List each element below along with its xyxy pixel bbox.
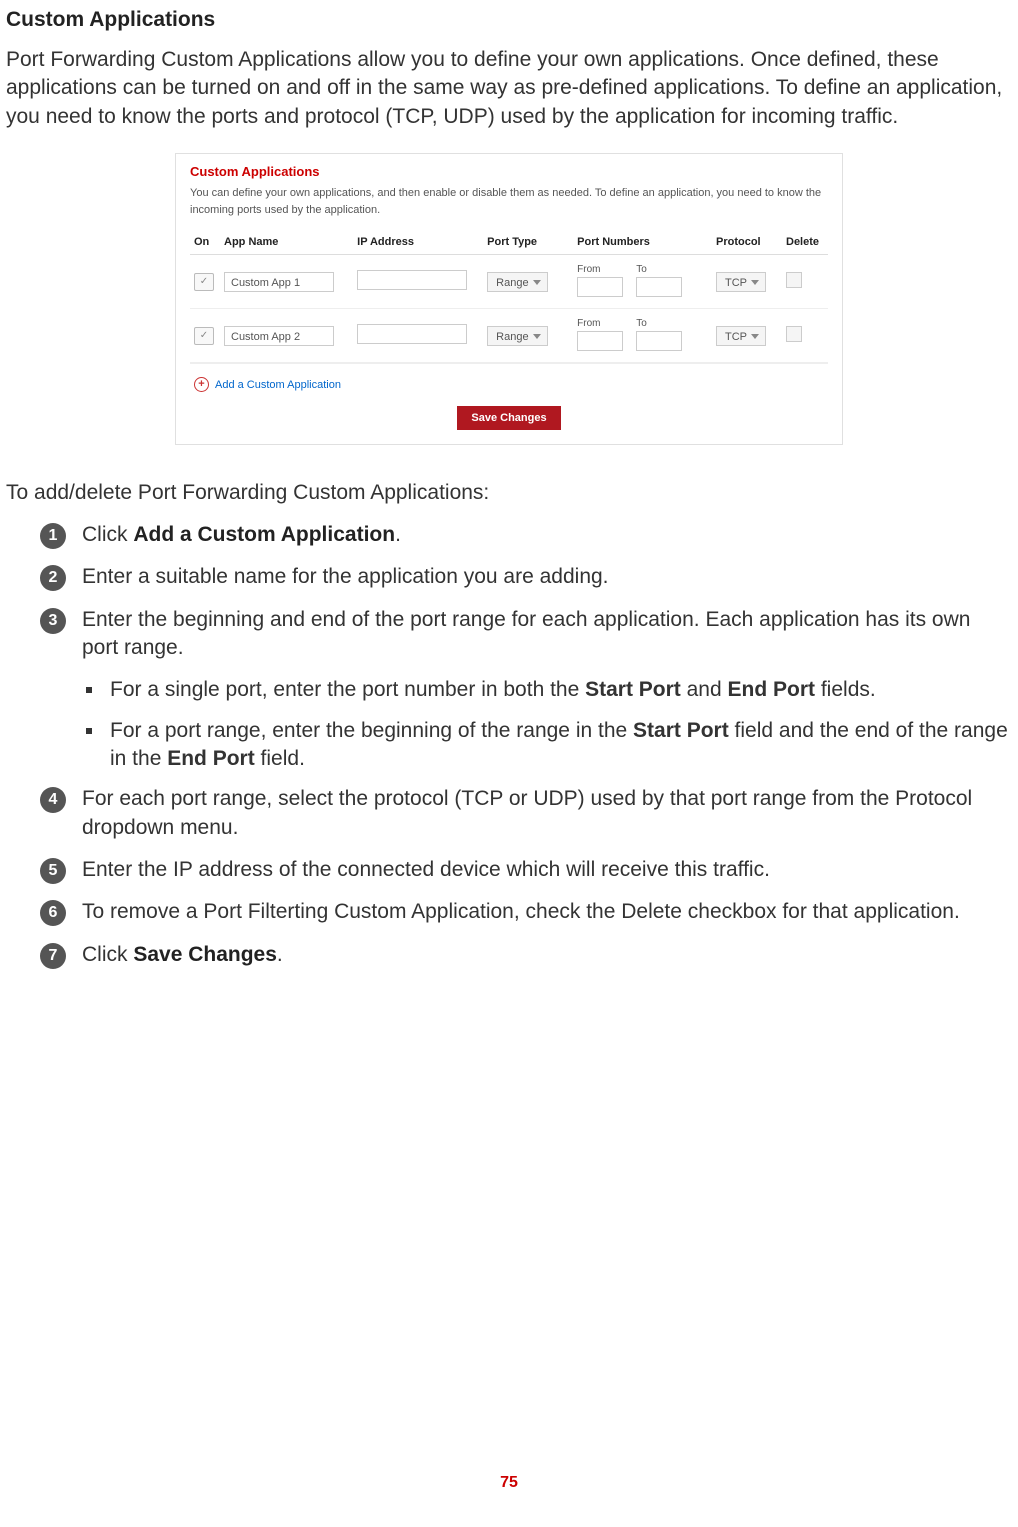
steps-lead-in: To add/delete Port Forwarding Custom App… [6,481,1012,505]
page-number: 75 [0,1474,1018,1492]
table-row: ✓ Custom App 2 Range From To [190,309,828,363]
panel-description: You can define your own applications, an… [190,185,828,218]
app-name-input[interactable]: Custom App 2 [224,326,334,346]
section-title: Custom Applications [6,8,1012,32]
step-number-icon: 5 [40,858,66,884]
bullet-2: For a port range, enter the beginning of… [110,717,1012,774]
bullet-1: For a single port, enter the port number… [110,676,876,704]
step-number-icon: 3 [40,608,66,634]
from-port-input[interactable] [577,331,623,351]
step-7: Click Save Changes. [82,941,283,969]
step-4: For each port range, select the protocol… [82,785,1012,842]
th-protocol: Protocol [712,230,782,255]
to-port-input[interactable] [636,277,682,297]
steps-list-cont: 4 For each port range, select the protoc… [6,785,1012,969]
bullet-icon [86,728,92,734]
add-custom-application-link[interactable]: + Add a Custom Application [194,377,341,392]
from-port-input[interactable] [577,277,623,297]
plus-icon: + [194,377,209,392]
custom-apps-table: On App Name IP Address Port Type Port Nu… [190,230,828,363]
delete-checkbox[interactable] [786,272,802,288]
steps-list: 1 Click Add a Custom Application. 2 Ente… [6,521,1012,662]
th-delete: Delete [782,230,828,255]
step-number-icon: 6 [40,900,66,926]
from-label: From [577,318,600,329]
protocol-select[interactable]: TCP [716,272,766,292]
panel-title: Custom Applications [190,164,828,179]
protocol-select[interactable]: TCP [716,326,766,346]
step-5: Enter the IP address of the connected de… [82,856,770,884]
to-port-input[interactable] [636,331,682,351]
th-app-name: App Name [220,230,353,255]
step-3-bullets: For a single port, enter the port number… [6,676,1012,773]
port-type-select[interactable]: Range [487,326,547,346]
step-number-icon: 1 [40,523,66,549]
step-6: To remove a Port Filterting Custom Appli… [82,898,960,926]
th-port-nums: Port Numbers [573,230,712,255]
step-1: Click Add a Custom Application. [82,521,401,549]
delete-checkbox[interactable] [786,326,802,342]
intro-paragraph: Port Forwarding Custom Applications allo… [6,46,1012,131]
step-number-icon: 7 [40,943,66,969]
to-label: To [636,318,647,329]
add-link-label: Add a Custom Application [215,379,341,391]
step-number-icon: 4 [40,787,66,813]
on-checkbox[interactable]: ✓ [194,327,214,345]
port-type-select[interactable]: Range [487,272,547,292]
th-port-type: Port Type [483,230,573,255]
to-label: To [636,264,647,275]
th-on: On [190,230,220,255]
table-row: ✓ Custom App 1 Range From To [190,255,828,309]
step-3: Enter the beginning and end of the port … [82,606,1012,663]
from-label: From [577,264,600,275]
ip-address-input[interactable] [357,270,467,290]
th-ip: IP Address [353,230,483,255]
save-changes-button[interactable]: Save Changes [457,406,560,430]
step-number-icon: 2 [40,565,66,591]
ip-address-input[interactable] [357,324,467,344]
bullet-icon [86,687,92,693]
step-2: Enter a suitable name for the applicatio… [82,563,609,591]
app-name-input[interactable]: Custom App 1 [224,272,334,292]
on-checkbox[interactable]: ✓ [194,273,214,291]
custom-apps-panel: Custom Applications You can define your … [175,153,843,445]
